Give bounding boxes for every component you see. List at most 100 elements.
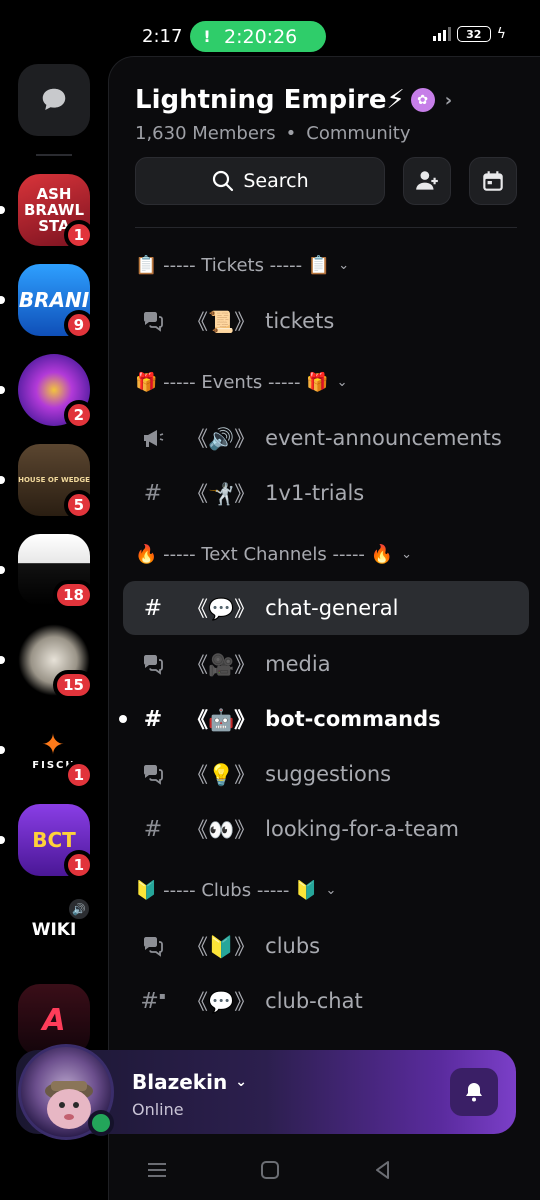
server-icon-house-of-wedge[interactable]: HOUSE OF WEDGE 5	[18, 444, 94, 520]
channel-looking-for-a-team[interactable]: # 《👀》 looking-for-a-team	[123, 802, 529, 856]
channel-panel: Lightning Empire⚡ ✿ › 1,630 Members • Co…	[108, 56, 540, 1200]
boost-badge-icon: ✿	[410, 88, 435, 112]
channel-emoji: 《🤖》	[187, 708, 256, 732]
channel-name: chat-general	[265, 596, 399, 620]
channel-emoji: 《💡》	[187, 763, 256, 787]
call-timer: 2:20:26	[224, 25, 298, 48]
channel-name: event-announcements	[265, 426, 502, 450]
server-icon-brani[interactable]: BRANI 9	[18, 264, 94, 340]
hashtag-icon: #	[143, 595, 163, 621]
notifications-button[interactable]	[450, 1068, 498, 1116]
locked-hashtag-icon: # ▪	[140, 988, 166, 1014]
mention-badge: 1	[63, 220, 94, 250]
chevron-down-icon: ⌄	[325, 883, 337, 898]
chat-bubble-icon	[42, 88, 66, 110]
username-label: Blazekin	[132, 1070, 228, 1094]
hashtag-icon: #	[143, 706, 163, 732]
category-clubs[interactable]: 🔰 ----- Clubs ----- 🔰 ⌄	[135, 880, 336, 901]
server-icon-bct[interactable]: BCT 1	[18, 804, 94, 880]
channel-name: clubs	[265, 934, 321, 958]
events-button[interactable]	[469, 157, 517, 205]
channel-emoji: 《📜》	[187, 310, 256, 334]
channel-event-announcements[interactable]: 《🔊》 event-announcements	[123, 411, 529, 465]
server-rail: ASH BRAWL STA 1 BRANI 9 2 HOUSE OF WEDGE…	[0, 56, 108, 1136]
menu-icon[interactable]	[146, 1160, 168, 1180]
charging-icon: ϟ	[496, 26, 506, 42]
channel-club-chat[interactable]: # ▪ 《💬》 club-chat	[123, 974, 529, 1028]
call-alert-icon: !	[203, 27, 211, 46]
server-header[interactable]: Lightning Empire⚡ ✿ ›	[135, 85, 452, 115]
server-label: HOUSE OF WEDGE	[18, 476, 90, 484]
user-panel[interactable]: Blazekin ⌄ Online	[16, 1044, 516, 1140]
search-label: Search	[243, 170, 309, 192]
mention-badge: 1	[63, 850, 94, 880]
channel-chat-general[interactable]: # 《💬》 chat-general	[123, 581, 529, 635]
category-text-channels[interactable]: 🔥 ----- Text Channels ----- 🔥 ⌄	[135, 544, 412, 565]
channel-clubs[interactable]: 《🔰》 clubs	[123, 919, 529, 973]
server-icon-silhouette[interactable]: 18	[18, 534, 94, 610]
server-label: WIKI	[31, 920, 77, 940]
channel-name: media	[265, 652, 331, 676]
hashtag-icon: #	[143, 816, 163, 842]
server-icon-wiki[interactable]: WIKI 🔊	[18, 894, 92, 966]
channel-emoji: 《🤺》	[187, 482, 256, 506]
category-label: 🔥 ----- Text Channels ----- 🔥	[135, 544, 394, 565]
mention-badge: 9	[63, 310, 94, 340]
server-type: Community	[306, 123, 411, 144]
channel-tickets[interactable]: 《📜》 tickets	[123, 294, 529, 348]
channel-media[interactable]: 《🎥》 media	[123, 637, 529, 691]
channel-emoji: 《👀》	[187, 818, 256, 842]
unread-indicator	[119, 715, 127, 723]
channel-name: club-chat	[265, 989, 363, 1013]
chevron-down-icon: ⌄	[401, 547, 412, 562]
server-unread-pip	[0, 296, 5, 304]
status-indicators: 32 ϟ	[432, 26, 506, 42]
channel-emoji: 《🎥》	[187, 653, 256, 677]
meta-separator: •	[285, 123, 297, 144]
server-label: BCT	[32, 828, 76, 852]
hashtag-icon: #	[143, 480, 163, 506]
server-unread-pip	[0, 386, 5, 394]
mention-badge: 2	[63, 400, 94, 430]
signal-icon	[432, 27, 451, 41]
channel-1v1-trials[interactable]: # 《🤺》 1v1-trials	[123, 466, 529, 520]
forum-icon	[135, 935, 171, 957]
server-unread-pip	[0, 476, 5, 484]
channel-emoji: 《💬》	[187, 597, 256, 621]
forum-icon	[135, 653, 171, 675]
server-unread-pip	[0, 656, 5, 664]
username[interactable]: Blazekin ⌄	[132, 1070, 247, 1094]
server-icon-purple[interactable]: 2	[18, 354, 94, 430]
status-bar: 2:17 ! 2:20:26 32 ϟ	[0, 0, 540, 56]
channel-emoji: 《🔰》	[187, 935, 256, 959]
chevron-down-icon: ⌄	[338, 258, 350, 273]
channel-name: bot-commands	[265, 707, 441, 731]
battery-icon: 32	[456, 26, 491, 42]
server-icon-skull-king[interactable]: 15	[18, 624, 94, 700]
status-time: 2:17	[142, 26, 183, 47]
channel-bot-commands[interactable]: # 《🤖》 bot-commands	[119, 692, 529, 746]
forum-icon	[135, 310, 171, 332]
back-icon[interactable]	[372, 1159, 394, 1181]
channel-suggestions[interactable]: 《💡》 suggestions	[123, 747, 529, 801]
mention-badge: 5	[63, 490, 94, 520]
ongoing-call-pill[interactable]: ! 2:20:26	[190, 21, 326, 52]
category-tickets[interactable]: 📋 ----- Tickets ----- 📋 ⌄	[135, 255, 349, 276]
search-button[interactable]: Search	[135, 157, 385, 205]
direct-messages-button[interactable]	[18, 64, 90, 136]
forum-icon	[135, 763, 171, 785]
server-unread-pip	[0, 746, 5, 754]
server-meta: 1,630 Members • Community	[135, 123, 410, 144]
server-unread-pip	[0, 206, 5, 214]
chevron-down-icon: ⌄	[336, 375, 348, 390]
channel-name: looking-for-a-team	[265, 817, 459, 841]
category-events[interactable]: 🎁 ----- Events ----- 🎁 ⌄	[135, 372, 348, 393]
category-label: 🔰 ----- Clubs ----- 🔰	[135, 880, 318, 901]
home-icon[interactable]	[259, 1159, 281, 1181]
server-icon-fisch[interactable]: ✦ FISCH 1	[18, 714, 94, 790]
invite-members-button[interactable]	[403, 157, 451, 205]
mention-badge: 1	[63, 760, 94, 790]
server-icon-ash-brawl[interactable]: ASH BRAWL STA 1	[18, 174, 94, 250]
channel-emoji: 《🔊》	[187, 427, 256, 451]
announcement-icon	[135, 427, 171, 449]
